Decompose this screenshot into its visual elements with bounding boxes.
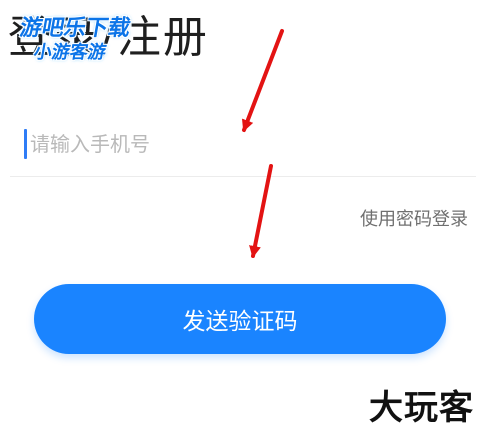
text-cursor bbox=[24, 129, 27, 159]
red-arrow-icon bbox=[241, 29, 284, 132]
phone-input-divider bbox=[10, 176, 476, 177]
brand-watermark: 大玩客 bbox=[369, 388, 474, 428]
password-login-link[interactable]: 使用密码登录 bbox=[360, 205, 468, 231]
red-arrow-icon bbox=[249, 164, 273, 258]
page-title: 登录/注册 bbox=[8, 12, 209, 63]
login-register-screen: 登录/注册 游吧乐下载 小游客游 使用密码登录 发送验证码 大玩客 bbox=[0, 0, 486, 441]
phone-number-row[interactable] bbox=[14, 120, 474, 170]
phone-number-input[interactable] bbox=[30, 128, 450, 160]
send-verification-code-button[interactable]: 发送验证码 bbox=[34, 284, 446, 354]
